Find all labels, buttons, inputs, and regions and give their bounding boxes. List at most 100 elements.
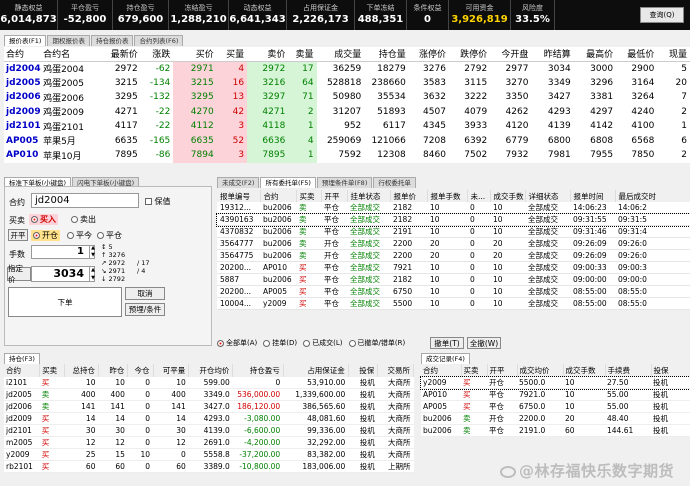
column-header[interactable]: 买价 <box>173 47 217 62</box>
query-button[interactable]: 查询(Q) <box>640 7 684 23</box>
column-header[interactable]: 卖量 <box>288 47 317 62</box>
cancel-order-button[interactable]: 取消 <box>125 287 165 300</box>
column-header[interactable]: 占用保证金 <box>283 364 349 377</box>
column-header[interactable]: 总持仓 <box>64 364 99 377</box>
column-header[interactable]: 可平量 <box>153 364 190 377</box>
column-header[interactable]: 合约 <box>260 190 297 202</box>
entrust-row[interactable]: 10004... y2009 买平仓 全部成交 5500 10 0 10 全部成交 08:55:0… <box>217 297 690 310</box>
column-header[interactable]: 持仓量 <box>364 47 409 62</box>
preset-condition-button[interactable]: 预埋/条件 <box>125 303 165 316</box>
tab-entrust_tabs-0[interactable]: 未成交(F2) <box>217 177 260 188</box>
close-radio[interactable]: 平仓 <box>97 230 122 241</box>
column-header[interactable]: 跌停价 <box>448 47 491 62</box>
column-header[interactable]: 合约 <box>4 364 41 377</box>
entrust-row[interactable]: 20200... AP010 买平仓 全部成交 7921 10 0 10 全部成交 09:00:3… <box>217 261 690 274</box>
entrust-filter-radio[interactable]: 已成交(L) <box>303 339 343 347</box>
column-header[interactable]: 成交手数 <box>490 190 526 202</box>
quote-row[interactable]: AP010 苹果10月 7895 -86 7894 3 7895 1 7592 12308 8460… <box>4 148 690 163</box>
quote-row[interactable]: AP005 苹果5月 6635 -165 6635 52 6636 4 259069 121066… <box>4 133 690 148</box>
tab-quote_tabs-2[interactable]: 持仓报价表 <box>90 35 134 46</box>
deal-row[interactable]: AP005 买平仓 6750.0 10 55.00 投机 <box>421 400 690 414</box>
tab-positions[interactable]: 持仓(F3) <box>4 353 40 364</box>
cancel-entrust-button[interactable]: 撤单(T) <box>430 337 464 349</box>
tab-quote_tabs-0[interactable]: 报价表(F1) <box>4 35 47 46</box>
entrust-row[interactable]: 19312... bu2006 卖平仓 全部成交 2182 10 0 10 全部成交 14:06:… <box>217 202 690 214</box>
column-header[interactable]: 涨跌 <box>140 47 174 62</box>
column-header[interactable]: 开平 <box>487 364 518 377</box>
column-header[interactable]: 买量 <box>216 47 248 62</box>
contract-input[interactable]: jd2004 <box>31 193 139 208</box>
column-header[interactable]: 成交量 <box>316 47 365 62</box>
position-row[interactable]: jd2006 卖 141 141 0 141 3427.0 186,120.00 386,565… <box>4 400 414 414</box>
entrust-row[interactable]: 3564777 bu2006 卖开仓 全部成交 2200 20 0 20 全部成交 09:26:0… <box>217 237 690 250</box>
column-header[interactable]: 卖价 <box>247 47 289 62</box>
column-header[interactable]: 最低价 <box>616 47 658 62</box>
column-header[interactable]: 涨停价 <box>408 47 449 62</box>
column-header[interactable]: 报单价 <box>390 190 428 202</box>
entrust-filter-radio[interactable]: 挂单(D) <box>263 339 297 347</box>
price-input[interactable]: 3034 <box>31 266 95 282</box>
column-header[interactable]: 买卖 <box>296 190 322 202</box>
column-header[interactable]: 报单编号 <box>217 190 261 202</box>
cancel-all-button[interactable]: 全撤(W) <box>467 337 501 349</box>
column-header[interactable]: 未... <box>467 190 491 202</box>
quote-row[interactable]: jd2101 鸡蛋2101 4117 -22 4112 3 4118 1 952 6117 4345… <box>4 119 690 134</box>
column-header[interactable]: 最后成交时 <box>615 190 690 202</box>
position-row[interactable]: jd2009 买 14 14 0 14 4293.0 -3,080.00 48,081.60 投机… <box>4 412 414 426</box>
quote-row[interactable]: jd2009 鸡蛋2009 4271 -22 4270 42 4271 2 31207 51893… <box>4 104 690 119</box>
column-header[interactable]: 买卖 <box>39 364 66 377</box>
column-header[interactable]: 报单时间 <box>570 190 616 202</box>
open-close-button[interactable]: 开平 <box>8 229 28 241</box>
column-header[interactable]: 挂单状态 <box>347 190 391 202</box>
column-header[interactable]: 投保 <box>651 364 690 377</box>
column-header[interactable]: 昨仓 <box>98 364 129 377</box>
entrust-row[interactable]: 4370832 bu2006 卖平仓 全部成交 2191 10 0 10 全部成交 09:31:4… <box>217 225 690 238</box>
close-today-radio[interactable]: 平今 <box>67 230 92 241</box>
quote-row[interactable]: jd2006 鸡蛋2006 3295 -132 3295 13 3297 71 50980 355… <box>4 90 690 105</box>
column-header[interactable]: 交易所 <box>377 364 414 377</box>
deal-row[interactable]: bu2006 卖开仓 2200.0 20 48.40 投机 <box>421 412 690 426</box>
column-header[interactable]: 开仓均价 <box>188 364 234 377</box>
entrust-row[interactable]: 4390163 bu2006 卖平仓 全部成交 2182 10 0 10 全部成交 09:31:5… <box>216 212 690 227</box>
entrust-filter-radio[interactable]: 已撤单/错单(R) <box>348 339 405 347</box>
qty-stepper[interactable]: ▲ ▼ <box>89 245 96 259</box>
column-header[interactable]: 最高价 <box>573 47 617 62</box>
column-header[interactable]: 今开盘 <box>490 47 532 62</box>
column-header[interactable]: 手续费 <box>605 364 652 377</box>
buy-radio[interactable]: 买入 <box>29 214 58 225</box>
qty-input[interactable]: 1 <box>31 245 95 259</box>
deal-row[interactable]: y2009 买开仓 5500.0 10 27.50 投机 <box>420 376 690 390</box>
submit-order-button[interactable]: 下单 <box>8 287 122 317</box>
column-header[interactable]: 报单手数 <box>427 190 468 202</box>
position-row[interactable]: y2009 买 25 15 10 0 5558.8 -37,200.00 83,382.00 投机… <box>4 448 414 462</box>
sell-radio[interactable]: 卖出 <box>71 214 96 225</box>
quote-row[interactable]: jd2004 鸡蛋2004 2972 -62 2971 4 2972 17 36259 18279… <box>4 61 690 76</box>
tab-entrust_tabs-3[interactable]: 行权委托单 <box>373 177 416 188</box>
column-header[interactable]: 现量 <box>657 47 690 62</box>
entrust-row[interactable]: 20200... AP005 买平仓 全部成交 6750 10 0 10 全部成交 08:55:0… <box>217 285 690 298</box>
column-header[interactable]: 今仓 <box>127 364 154 377</box>
entrust-row[interactable]: 5887 bu2006 买平仓 全部成交 2182 10 0 10 全部成交 09:00:00 09… <box>217 273 690 286</box>
column-header[interactable]: 合约 <box>421 364 462 377</box>
entrust-row[interactable]: 3564775 bu2006 卖开仓 全部成交 2200 20 0 20 全部成交 09:26:0… <box>217 249 690 262</box>
tab-entrust_tabs-2[interactable]: 预埋条件单(F8) <box>316 177 373 188</box>
position-row[interactable]: jd2101 买 30 30 0 30 4139.0 -6,600.00 99,336.00 投机… <box>4 424 414 438</box>
deal-row[interactable]: bu2006 卖平仓 2191.0 60 144.61 投机 <box>421 424 690 438</box>
column-header[interactable]: 昨结算 <box>531 47 574 62</box>
tab-deals[interactable]: 成交记录(F4) <box>421 353 470 364</box>
hedge-checkbox[interactable]: 保值 <box>145 196 171 207</box>
price-label-button[interactable]: 指定价 <box>7 264 31 284</box>
tab-quote_tabs-3[interactable]: 合约列表(F6) <box>134 35 184 46</box>
position-row[interactable]: i2101 买 10 10 0 10 599.00 0 53,910.00 投机 大商所 <box>4 377 414 390</box>
entrust-filter-radio[interactable]: 全部单(A) <box>217 339 257 347</box>
column-header[interactable]: 最新价 <box>101 47 141 62</box>
column-header[interactable]: 买卖 <box>461 364 488 377</box>
price-stepper[interactable]: ▲ ▼ <box>89 266 96 282</box>
deal-row[interactable]: AP010 买平仓 7921.0 10 55.00 投机 <box>421 388 690 402</box>
quote-row[interactable]: jd2005 鸡蛋2005 3215 -134 3215 16 3216 64 528818 23… <box>4 75 690 90</box>
column-header[interactable]: 合约名 <box>43 47 102 62</box>
position-row[interactable]: rb2101 买 60 60 0 60 3389.0 -10,800.00 183,006.00… <box>4 460 414 474</box>
position-row[interactable]: m2005 买 12 12 0 12 2691.0 -4,200.00 32,292.00 投机大… <box>4 436 414 450</box>
column-header[interactable]: 成交均价 <box>517 364 564 377</box>
column-header[interactable]: 合约 <box>4 47 44 62</box>
